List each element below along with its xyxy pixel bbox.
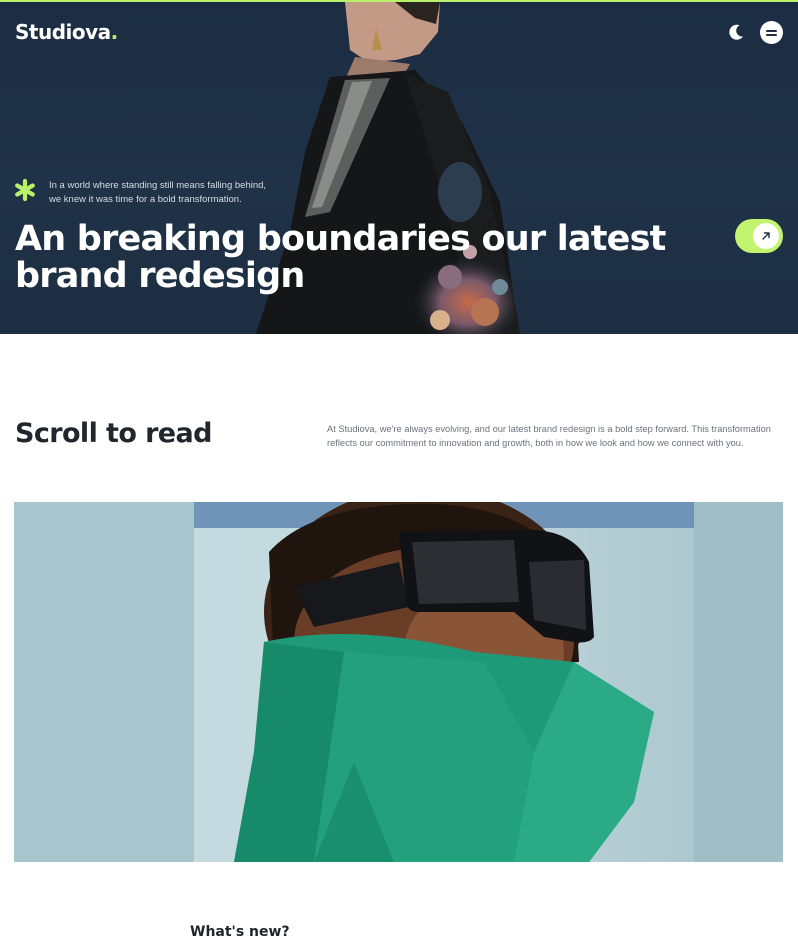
menu-button[interactable]	[760, 21, 783, 44]
menu-icon-line	[766, 30, 777, 32]
brand-dot: .	[110, 20, 119, 44]
page: Studiova. In a world where standing stil…	[0, 0, 798, 950]
hero-title: An breaking boundaries our latest brand …	[15, 221, 695, 295]
feature-image	[14, 502, 783, 862]
hero-intro-line: In a world where standing still means fa…	[49, 180, 267, 191]
feature-photo	[14, 502, 783, 862]
brand-name: Studiova	[15, 20, 111, 44]
hero-banner: Studiova. In a world where standing stil…	[0, 0, 798, 334]
hero-intro-line: we knew it was time for a bold transform…	[49, 194, 242, 205]
section-description: At Studiova, we're always evolving, and …	[327, 422, 787, 450]
brand-logo[interactable]: Studiova.	[15, 20, 118, 44]
whats-new-heading: What's new?	[190, 924, 290, 940]
section-description-line: reflects our commitment to innovation an…	[327, 438, 744, 448]
hero-title-line: brand redesign	[15, 256, 305, 296]
hero-intro-text: In a world where standing still means fa…	[49, 179, 309, 207]
section-title: Scroll to read	[15, 418, 212, 449]
arrow-up-right-icon	[762, 232, 770, 240]
moon-icon[interactable]	[726, 22, 746, 42]
cta-knob	[753, 223, 779, 249]
hero-cta-button[interactable]	[735, 219, 783, 253]
section-description-line: At Studiova, we're always evolving, and …	[327, 424, 771, 434]
hero-title-line: An breaking boundaries our latest	[15, 219, 666, 259]
asterisk-icon	[15, 178, 35, 202]
menu-icon-line	[766, 34, 777, 36]
